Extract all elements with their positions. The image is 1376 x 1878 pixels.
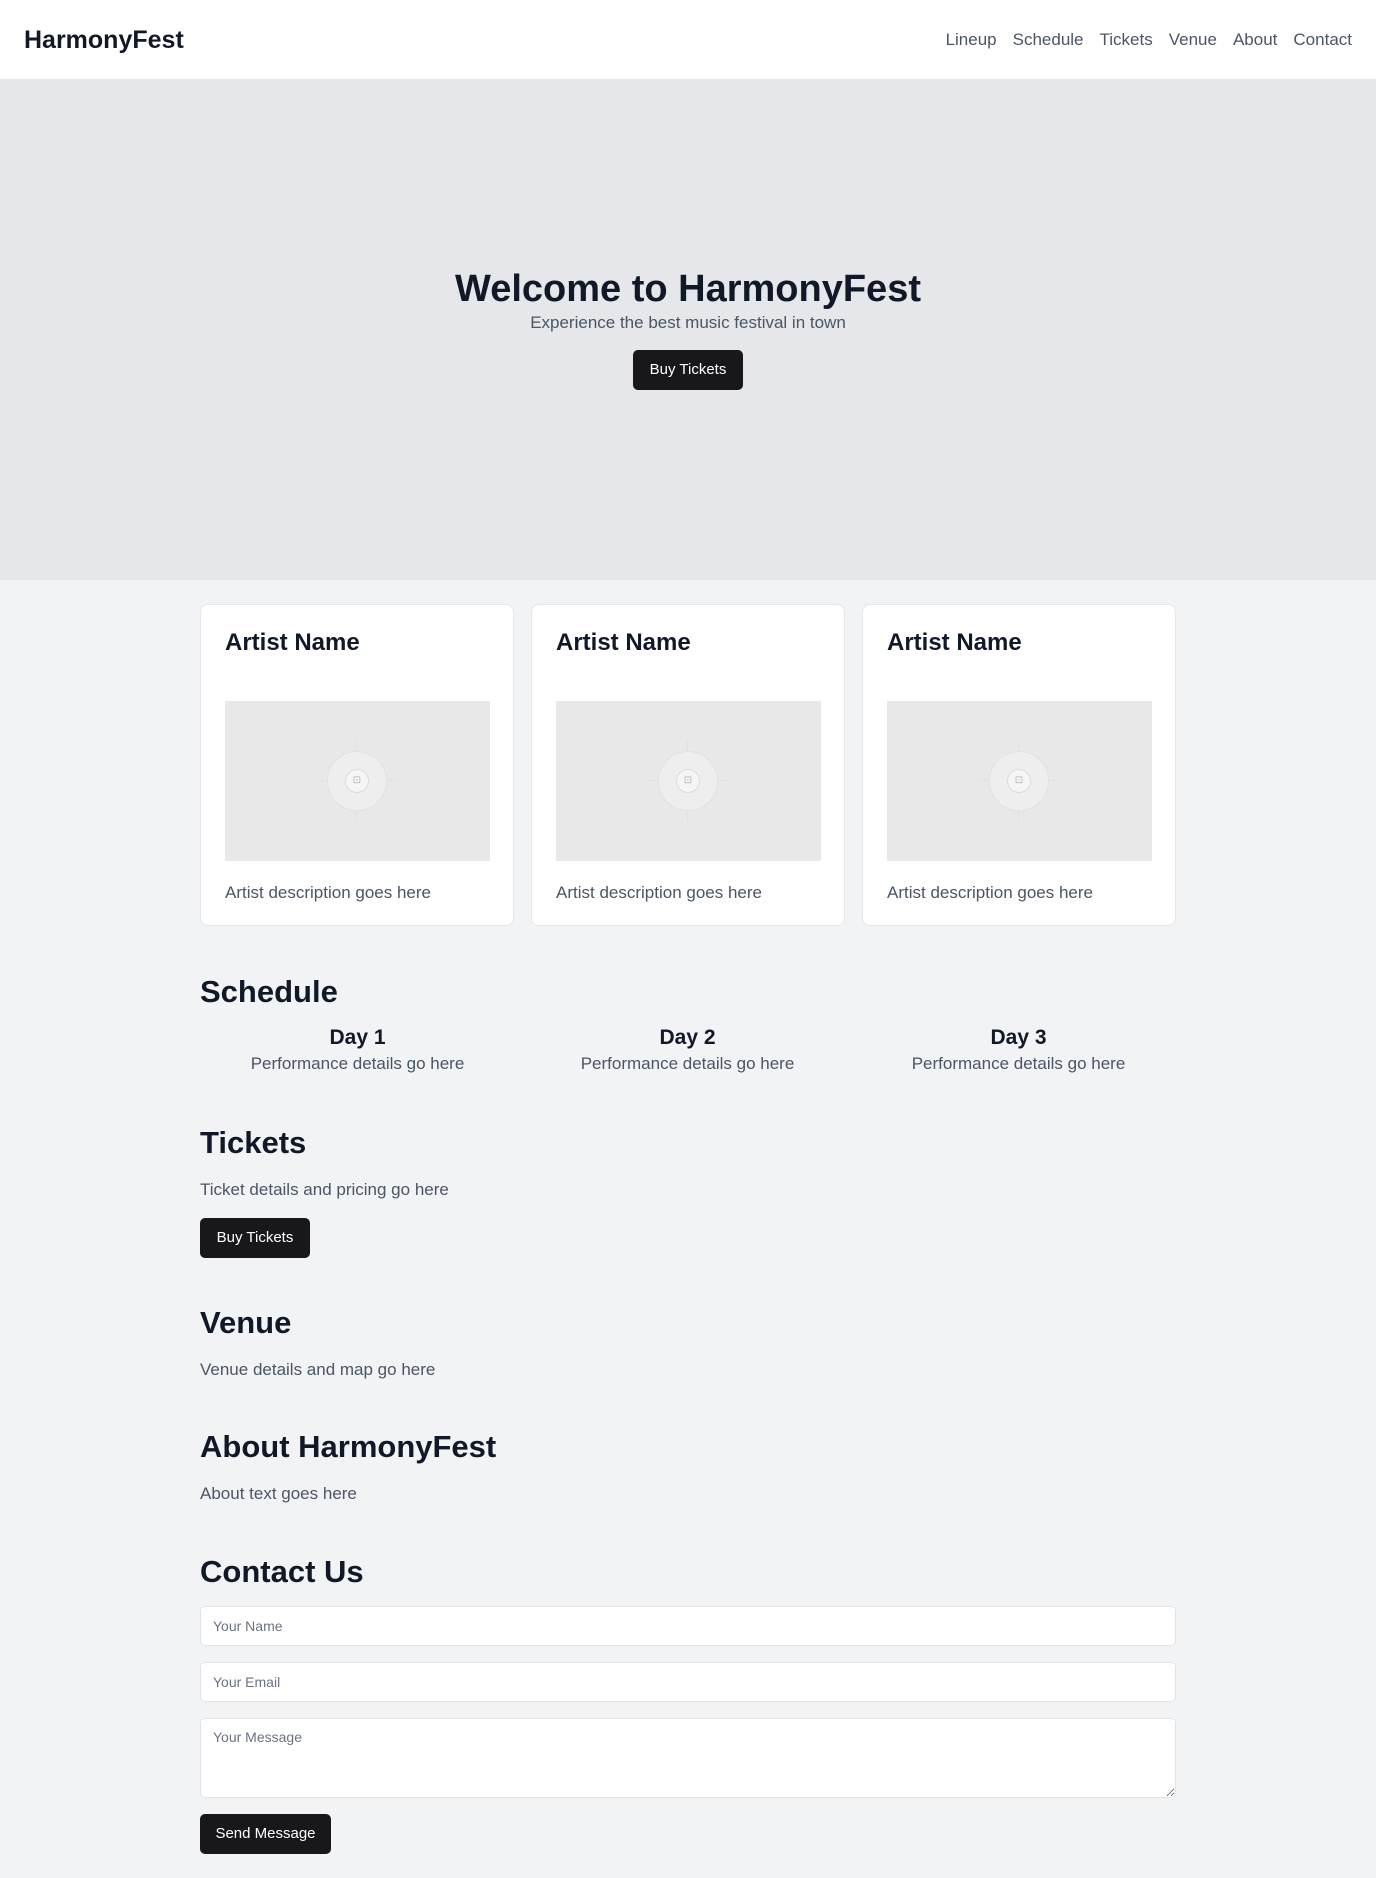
artist-description: Artist description goes here (887, 883, 1093, 902)
day-details: Performance details go here (911, 1054, 1126, 1073)
day-details: Performance details go here (580, 1054, 795, 1073)
artist-name: Artist Name (225, 629, 360, 656)
nav-contact[interactable]: Contact (1293, 28, 1352, 52)
schedule-day: Day 1 Performance details go here (195, 1024, 520, 1076)
about-heading: About HarmonyFest (200, 1429, 497, 1464)
name-field[interactable] (200, 1606, 1176, 1646)
nav-tickets[interactable]: Tickets (1100, 28, 1153, 52)
artist-card: Artist Name ⊡ Artist description goes he… (531, 604, 845, 926)
artist-name: Artist Name (887, 629, 1022, 656)
artist-card: Artist Name ⊡ Artist description goes he… (862, 604, 1176, 926)
nav-about[interactable]: About (1233, 28, 1277, 52)
lineup-section: Artist Name ⊡ Artist description goes he… (200, 604, 1176, 926)
email-field[interactable] (200, 1662, 1176, 1702)
image-placeholder-icon: ⊡ (1007, 769, 1031, 793)
artist-description: Artist description goes here (556, 883, 762, 902)
contact-heading: Contact Us (200, 1554, 364, 1589)
artist-name: Artist Name (556, 629, 691, 656)
day-title: Day 3 (990, 1026, 1047, 1049)
schedule-day: Day 2 Performance details go here (525, 1024, 850, 1076)
day-details: Performance details go here (250, 1054, 465, 1073)
tickets-heading: Tickets (200, 1125, 307, 1160)
artist-description: Artist description goes here (225, 883, 431, 902)
venue-heading: Venue (200, 1305, 292, 1340)
image-placeholder-icon: ⊡ (676, 769, 700, 793)
nav-schedule[interactable]: Schedule (1013, 28, 1084, 52)
image-placeholder-icon: ⊡ (345, 769, 369, 793)
hero-title: Welcome to HarmonyFest (455, 268, 921, 310)
tickets-text: Ticket details and pricing go here (200, 1180, 449, 1199)
hero-section: Welcome to HarmonyFest Experience the be… (0, 80, 1376, 580)
tickets-buy-button[interactable]: Buy Tickets (200, 1218, 310, 1258)
message-field[interactable] (200, 1718, 1176, 1798)
artist-card: Artist Name ⊡ Artist description goes he… (200, 604, 514, 926)
day-title: Day 2 (659, 1026, 716, 1049)
artist-image: ⊡ (225, 701, 490, 861)
site-header: HarmonyFest Lineup Schedule Tickets Venu… (0, 0, 1376, 80)
hero-buy-tickets-button[interactable]: Buy Tickets (633, 350, 743, 390)
schedule-day: Day 3 Performance details go here (856, 1024, 1181, 1076)
brand-logo[interactable]: HarmonyFest (24, 24, 184, 56)
day-title: Day 1 (329, 1026, 386, 1049)
send-message-button[interactable]: Send Message (200, 1814, 331, 1854)
artist-image: ⊡ (887, 701, 1152, 861)
nav-lineup[interactable]: Lineup (946, 28, 997, 52)
nav-venue[interactable]: Venue (1169, 28, 1217, 52)
venue-text: Venue details and map go here (200, 1360, 436, 1379)
about-text: About text goes here (200, 1484, 357, 1503)
main-nav: Lineup Schedule Tickets Venue About Cont… (930, 28, 1352, 52)
artist-image: ⊡ (556, 701, 821, 861)
hero-subtitle: Experience the best music festival in to… (530, 313, 846, 332)
schedule-heading: Schedule (200, 974, 338, 1009)
